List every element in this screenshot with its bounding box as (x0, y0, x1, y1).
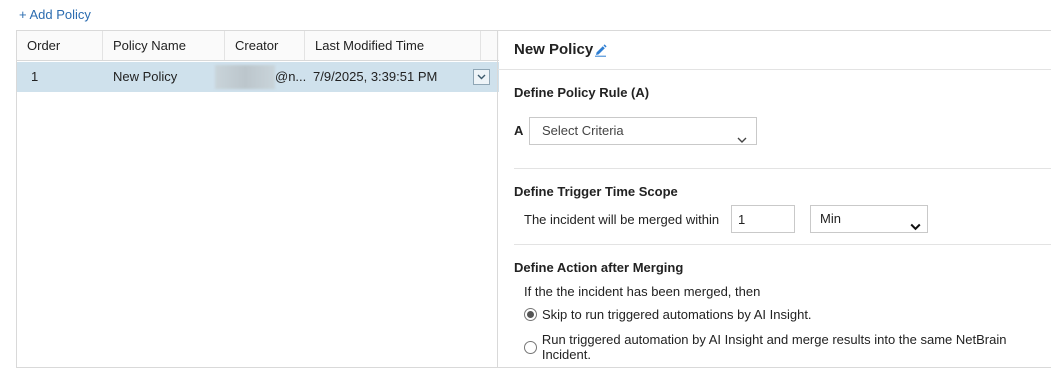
radio-label: Skip to run triggered automations by AI … (542, 307, 812, 322)
time-unit-select[interactable]: Min (810, 205, 928, 233)
edit-pencil-icon[interactable] (594, 44, 607, 60)
row-policy-name: New Policy (113, 69, 178, 84)
scope-heading: Define Trigger Time Scope (514, 184, 678, 199)
column-header-order[interactable]: Order (17, 31, 103, 60)
creator-redacted (215, 65, 275, 89)
merge-window-input[interactable] (731, 205, 795, 233)
policy-table: Order Policy Name Creator Last Modified … (16, 30, 499, 368)
scope-text: The incident will be merged within (524, 212, 720, 227)
radio-option-run-merge[interactable]: Run triggered automation by AI Insight a… (524, 332, 1051, 362)
rule-heading: Define Policy Rule (A) (514, 85, 650, 100)
table-header: Order Policy Name Creator Last Modified … (17, 31, 499, 61)
table-row[interactable]: 1 New Policy @n... 7/9/2025, 3:39:51 PM (17, 62, 499, 92)
rule-letter: A (514, 123, 524, 138)
column-header-creator[interactable]: Creator (225, 31, 305, 60)
column-header-policy-name[interactable]: Policy Name (103, 31, 225, 60)
radio-button-checked[interactable] (524, 308, 537, 321)
row-menu-chevron-icon[interactable] (473, 69, 490, 85)
add-policy-button[interactable]: + Add Policy (19, 7, 91, 22)
policy-title: New Policy (514, 41, 594, 58)
chevron-down-icon (737, 127, 747, 153)
title-divider (498, 69, 1051, 70)
criteria-select[interactable]: Select Criteria (529, 117, 757, 145)
policy-detail-panel: New Policy Define Policy Rule (A) A Sele… (498, 30, 1051, 368)
radio-option-skip[interactable]: Skip to run triggered automations by AI … (524, 307, 812, 322)
action-text: If the the incident has been merged, the… (524, 284, 761, 299)
row-order: 1 (31, 69, 39, 84)
section-divider (514, 244, 1051, 245)
time-unit-value: Min (820, 211, 841, 226)
radio-label: Run triggered automation by AI Insight a… (541, 332, 1007, 362)
row-creator: @n... (275, 69, 307, 84)
column-header-last-modified[interactable]: Last Modified Time (305, 31, 481, 60)
row-last-modified: 7/9/2025, 3:39:51 PM (313, 69, 438, 84)
criteria-placeholder: Select Criteria (542, 123, 624, 138)
action-heading: Define Action after Merging (514, 260, 684, 275)
chevron-down-icon (910, 214, 921, 240)
section-divider (514, 168, 1051, 169)
radio-button[interactable] (524, 340, 537, 354)
